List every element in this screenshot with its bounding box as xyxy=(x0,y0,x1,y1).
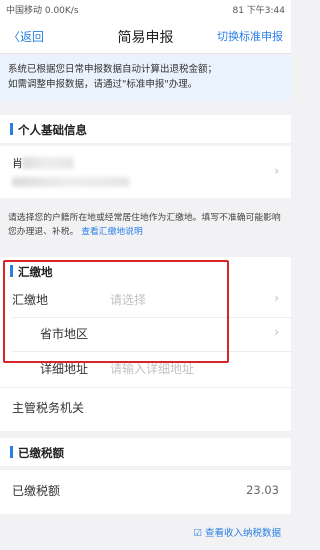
tax-office-label[interactable]: 主管税务机关 xyxy=(12,399,84,416)
notice-line-2: 如需调整申报数据，请通过"标准申报"办理。 xyxy=(8,79,198,90)
divider xyxy=(0,387,291,388)
section-title-personal: 个人基础信息 xyxy=(18,123,87,137)
carrier-status: 中国移动 0.00K/s xyxy=(6,6,79,16)
switch-standard-button[interactable]: 切换标准申报 xyxy=(217,28,283,44)
info-text: 请选择您的户籍所在地或经常居住地作为汇缴地。填写不准确可能影响您办理退、补税。 xyxy=(8,213,281,237)
section-marker xyxy=(10,123,13,135)
paid-tax-label: 已缴税额 xyxy=(12,484,61,498)
section-title-paid-tax: 已缴税额 xyxy=(18,446,64,460)
blurred-id xyxy=(12,177,130,187)
paid-tax-row: 已缴税额 23.03 xyxy=(0,470,291,514)
highlight-box xyxy=(3,260,229,363)
personal-info-row[interactable]: 肖 › xyxy=(0,146,291,198)
notice-banner: 系统已根据您日常申报数据自动计算出退税金额； 如需调整申报数据，请通过"标准申报… xyxy=(0,55,291,101)
time-battery-status: 81 下午3:44 xyxy=(232,6,285,16)
chevron-right-icon[interactable]: › xyxy=(274,325,279,339)
paid-tax-value: 23.03 xyxy=(246,483,279,497)
notice-line-1: 系统已根据您日常申报数据自动计算出退税金额； xyxy=(8,64,218,75)
chevron-right-icon: › xyxy=(274,164,279,178)
section-marker xyxy=(10,446,13,458)
blurred-name xyxy=(22,157,74,169)
chevron-right-icon: › xyxy=(274,291,279,305)
section-personal: 个人基础信息 xyxy=(0,115,291,143)
pay-place-info: 请选择您的户籍所在地或经常居住地作为汇缴地。填写不准确可能影响您办理退、补税。 … xyxy=(0,205,291,247)
section-paid-tax: 已缴税额 xyxy=(0,438,291,466)
navigation-bar: 〈返回 简易申报 切换标准申报 xyxy=(0,18,291,54)
view-tax-data-link[interactable]: ☑ 查看收入纳税数据 xyxy=(193,525,281,539)
status-bar: 中国移动 0.00K/s 81 下午3:44 xyxy=(0,0,291,18)
pay-place-help-link[interactable]: 查看汇缴地说明 xyxy=(81,227,143,237)
